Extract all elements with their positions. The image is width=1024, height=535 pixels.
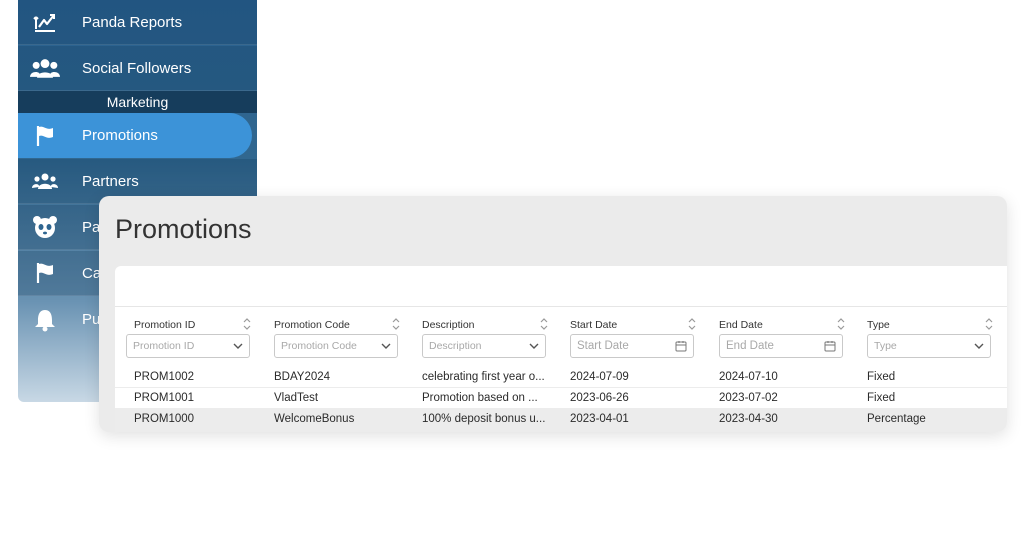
sort-icon[interactable] bbox=[837, 317, 845, 331]
sidebar-item-label: Partners bbox=[82, 172, 139, 190]
sidebar-item-social-followers[interactable]: Social Followers bbox=[18, 46, 257, 91]
sidebar-item-label: Social Followers bbox=[82, 59, 192, 77]
panda-icon bbox=[30, 212, 60, 242]
handshake-icon bbox=[30, 166, 60, 196]
sidebar-item-label: Promotions bbox=[82, 127, 158, 144]
column-header[interactable]: Type bbox=[867, 319, 890, 331]
cell-promotion-code: WelcomeBonus bbox=[274, 413, 355, 425]
cell-promotion-code: BDAY2024 bbox=[274, 371, 331, 383]
promotions-table: Promotion ID Promotion Code Description … bbox=[115, 266, 1007, 432]
page-title: Promotions bbox=[115, 214, 252, 244]
column-header[interactable]: End Date bbox=[719, 319, 763, 331]
cell-description: 100% deposit bonus u... bbox=[422, 413, 546, 425]
sort-icon[interactable] bbox=[243, 317, 251, 331]
chevron-down-icon[interactable] bbox=[232, 340, 244, 352]
chevron-down-icon[interactable] bbox=[528, 340, 540, 352]
sort-icon[interactable] bbox=[540, 317, 548, 331]
cell-description: Promotion based on ... bbox=[422, 392, 538, 404]
chevron-down-icon[interactable] bbox=[973, 340, 985, 352]
cell-end-date: 2023-07-02 bbox=[719, 392, 778, 404]
column-header[interactable]: Description bbox=[422, 319, 475, 331]
sidebar-item-label: Pa bbox=[82, 218, 101, 236]
cell-start-date: 2023-04-01 bbox=[570, 413, 629, 425]
cell-promotion-id: PROM1002 bbox=[134, 371, 195, 383]
table-row[interactable]: PROM1001 VladTest Promotion based on ...… bbox=[115, 388, 1007, 409]
sidebar-item-label: Panda Reports bbox=[82, 13, 183, 31]
table-row[interactable]: PROM1002 BDAY2024 celebrating first year… bbox=[115, 367, 1007, 388]
column-header[interactable]: Promotion ID bbox=[134, 319, 195, 331]
flag-icon bbox=[30, 121, 60, 151]
bell-icon bbox=[30, 305, 60, 335]
cell-promotion-id: PROM1000 bbox=[134, 413, 195, 425]
cell-type: Percentage bbox=[867, 413, 926, 425]
cell-start-date: 2023-06-26 bbox=[570, 392, 629, 404]
cell-description: celebrating first year o... bbox=[422, 371, 545, 383]
table-row[interactable]: PROM1000 WelcomeBonus 100% deposit bonus… bbox=[115, 409, 1007, 432]
users-group-icon bbox=[30, 53, 60, 83]
sidebar-section-header: Marketing bbox=[18, 91, 257, 113]
cell-end-date: 2024-07-10 bbox=[719, 371, 778, 383]
calendar-icon[interactable] bbox=[675, 340, 687, 352]
column-header[interactable]: Start Date bbox=[570, 319, 617, 331]
cell-type: Fixed bbox=[867, 392, 896, 404]
sort-icon[interactable] bbox=[392, 317, 400, 331]
sidebar-item-promotions[interactable]: Promotions bbox=[18, 113, 252, 158]
cell-end-date: 2023-04-30 bbox=[719, 413, 778, 425]
flag-icon bbox=[30, 258, 60, 288]
cell-promotion-id: PROM1001 bbox=[134, 392, 195, 404]
chart-trend-icon bbox=[30, 7, 60, 37]
sidebar-item-label: Pu bbox=[82, 311, 101, 328]
cell-promotion-code: VladTest bbox=[274, 392, 319, 404]
calendar-icon[interactable] bbox=[824, 340, 836, 352]
sort-icon[interactable] bbox=[688, 317, 696, 331]
cell-type: Fixed bbox=[867, 371, 896, 383]
chevron-down-icon[interactable] bbox=[380, 340, 392, 352]
promotions-panel: Promotions Promotion ID Promotion Code D… bbox=[99, 196, 1007, 432]
sidebar-item-panda-reports[interactable]: Panda Reports bbox=[18, 0, 257, 45]
column-header[interactable]: Promotion Code bbox=[274, 319, 350, 331]
cell-start-date: 2024-07-09 bbox=[570, 371, 629, 383]
sort-icon[interactable] bbox=[985, 317, 993, 331]
